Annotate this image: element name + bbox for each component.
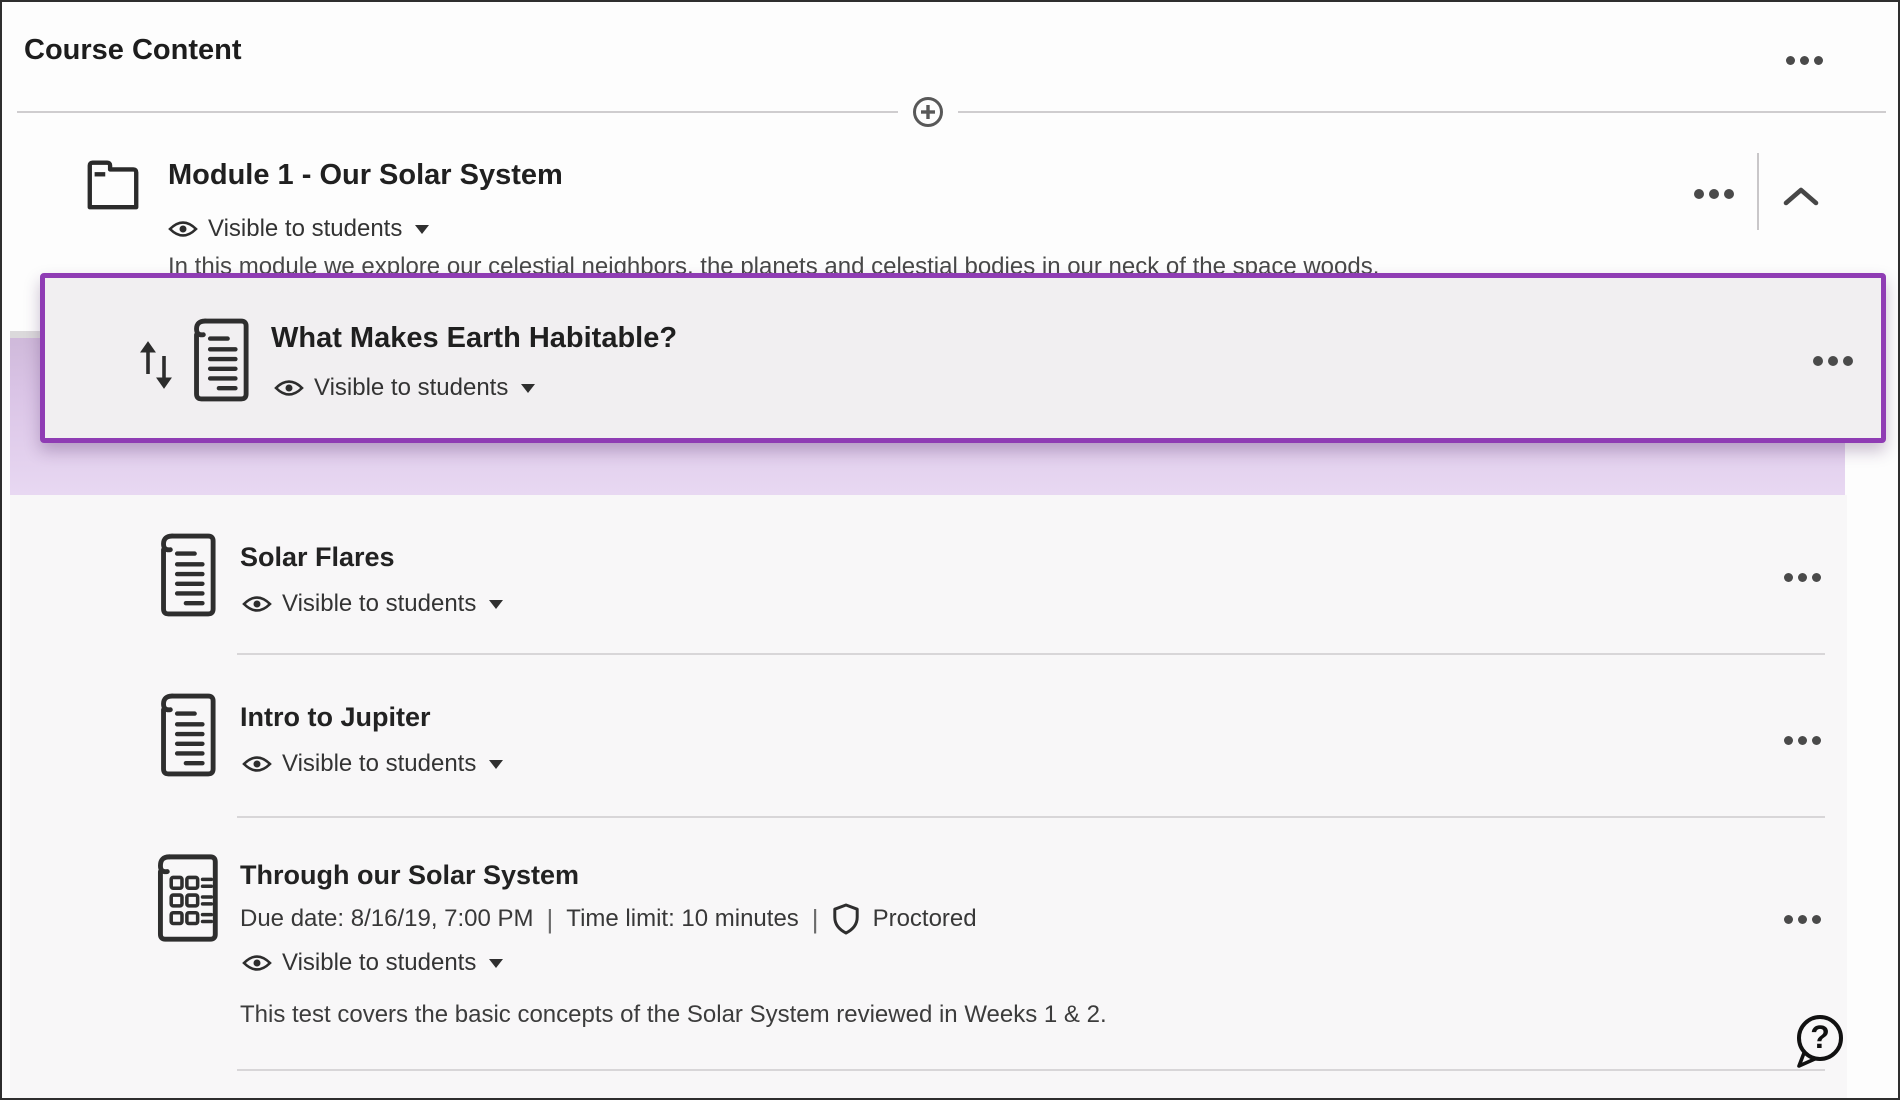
item-visibility-dropdown[interactable]: Visible to students	[242, 750, 503, 778]
eye-icon	[168, 219, 198, 239]
plus-circle-icon	[911, 95, 945, 129]
arrows-up-down-icon	[137, 340, 175, 390]
proctored-label: Proctored	[873, 905, 977, 933]
shield-icon	[832, 903, 860, 935]
item-title[interactable]: Intro to Jupiter	[240, 702, 431, 733]
item-visibility-label: Visible to students	[282, 949, 476, 977]
document-icon	[147, 529, 217, 621]
item-divider	[237, 816, 1825, 818]
course-content-page: Course Content Module 1 - Our Solar Syst…	[0, 0, 1900, 1100]
eye-icon	[242, 754, 272, 774]
test-icon	[141, 851, 221, 946]
item-visibility-dropdown[interactable]: Visible to students	[242, 949, 503, 977]
item-title[interactable]: Solar Flares	[240, 542, 395, 573]
due-date-label: Due date: 8/16/19, 7:00 PM	[240, 905, 534, 933]
add-content-button[interactable]	[898, 90, 958, 134]
eye-icon	[274, 378, 304, 398]
item-more-options-icon[interactable]	[1784, 736, 1821, 745]
question-bubble-icon: ?	[1790, 1011, 1848, 1069]
folder-icon	[82, 153, 144, 213]
module-visibility-label: Visible to students	[208, 215, 402, 243]
item-more-options-icon[interactable]	[1784, 573, 1821, 582]
item-title[interactable]: Through our Solar System	[240, 860, 579, 891]
eye-icon	[242, 953, 272, 973]
chevron-up-icon	[1783, 186, 1819, 206]
module-header-separator	[1757, 153, 1759, 230]
chevron-down-icon	[489, 600, 503, 609]
dragged-item-visibility-label: Visible to students	[314, 374, 508, 402]
dragged-item-more-options-icon[interactable]	[1813, 356, 1853, 366]
test-meta-row: Due date: 8/16/19, 7:00 PM | Time limit:…	[240, 903, 977, 935]
module-more-options-icon[interactable]	[1694, 189, 1734, 199]
help-button[interactable]: ?	[1790, 1011, 1848, 1069]
meta-separator: |	[547, 904, 554, 935]
meta-separator: |	[812, 904, 819, 935]
drag-handle[interactable]	[137, 340, 175, 390]
dragged-item-card[interactable]: What Makes Earth Habitable? Visible to s…	[40, 273, 1886, 443]
item-divider	[237, 1069, 1825, 1071]
test-description: This test covers the basic concepts of t…	[240, 1001, 1107, 1029]
eye-icon	[242, 594, 272, 614]
document-icon	[147, 689, 217, 781]
collapse-module-button[interactable]	[1783, 186, 1819, 206]
page-more-options-icon[interactable]	[1786, 56, 1823, 65]
document-icon	[180, 314, 250, 406]
page-title: Course Content	[24, 34, 242, 67]
module-title[interactable]: Module 1 - Our Solar System	[168, 159, 563, 192]
svg-text:?: ?	[1810, 1019, 1830, 1055]
chevron-down-icon	[489, 760, 503, 769]
dragged-item-title[interactable]: What Makes Earth Habitable?	[271, 322, 677, 355]
item-more-options-icon[interactable]	[1784, 915, 1821, 924]
chevron-down-icon	[489, 959, 503, 968]
chevron-down-icon	[521, 384, 535, 393]
dragged-item-visibility-dropdown[interactable]: Visible to students	[274, 374, 535, 402]
chevron-down-icon	[415, 225, 429, 234]
item-visibility-dropdown[interactable]: Visible to students	[242, 590, 503, 618]
item-visibility-label: Visible to students	[282, 590, 476, 618]
item-visibility-label: Visible to students	[282, 750, 476, 778]
module-visibility-dropdown[interactable]: Visible to students	[168, 215, 429, 243]
item-divider	[237, 653, 1825, 655]
time-limit-label: Time limit: 10 minutes	[566, 905, 799, 933]
